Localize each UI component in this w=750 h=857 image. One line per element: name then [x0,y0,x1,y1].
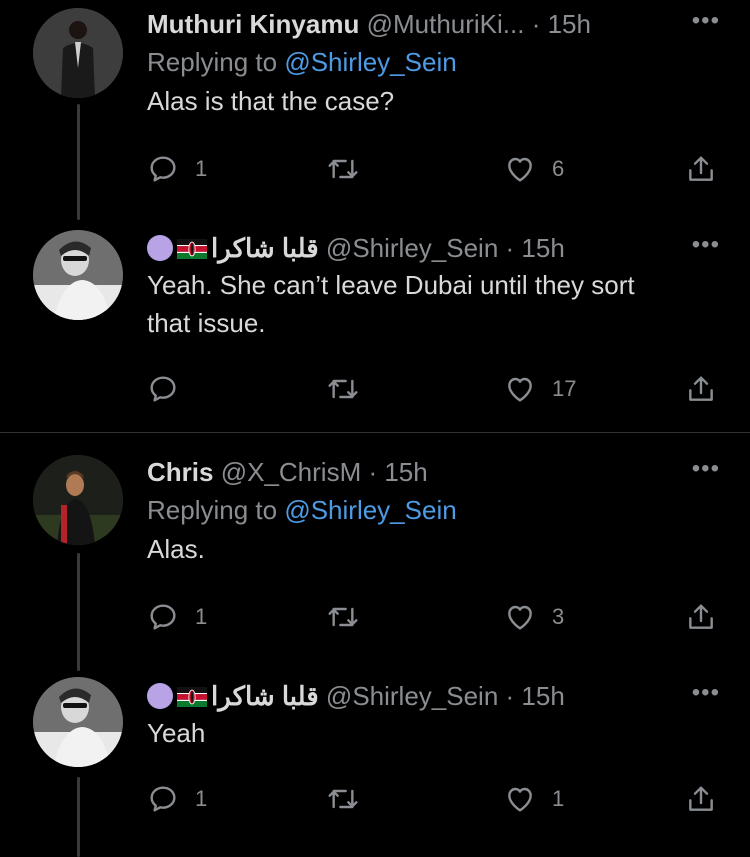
heart-icon [504,153,536,185]
retweet-button[interactable] [327,779,359,819]
like-button[interactable]: 1 [504,779,564,819]
share-icon [685,783,717,815]
tweet-text: Alas. [147,534,205,564]
like-count: 1 [552,786,565,811]
tweet-shirley-2[interactable]: قلبا شاكرا @Shirley_Sein · 15h ••• Yeah … [0,671,750,857]
timestamp[interactable]: · 15h [506,681,565,711]
share-button[interactable] [685,149,717,189]
reply-button[interactable]: 1 [147,779,207,819]
handle[interactable]: @Shirley_Sein [326,233,498,263]
kenya-flag-icon [177,687,207,707]
like-button[interactable]: 17 [504,369,576,409]
mention-link[interactable]: @Shirley_Sein [284,495,456,525]
avatar-image [33,455,123,545]
kenya-flag-icon [177,239,207,259]
handle[interactable]: @X_ChrisM [221,457,362,487]
timestamp[interactable]: · 15h [532,9,591,39]
retweet-button[interactable] [327,149,359,189]
more-icon[interactable]: ••• [692,678,720,708]
tweet-text-line: that issue. [147,308,266,338]
reply-count: 1 [195,156,208,181]
reply-button[interactable]: 1 [147,149,207,189]
handle[interactable]: @MuthuriKi... [367,9,525,39]
display-name[interactable]: Chris [147,457,213,487]
tweet-muthuri[interactable]: Muthuri Kinyamu @MuthuriKi... · 15h ••• … [0,0,750,222]
retweet-icon [327,153,359,185]
reply-icon [147,601,179,633]
reply-icon [147,783,179,815]
like-count: 17 [552,376,577,401]
reply-icon [147,373,179,405]
heart-icon [504,373,536,405]
reply-button[interactable] [147,369,179,409]
tweet-text: Yeah [147,718,206,748]
heart-icon [504,783,536,815]
like-count: 3 [552,604,565,629]
like-button[interactable]: 3 [504,597,564,637]
tweet-header: Chris @X_ChrisM · 15h [147,454,720,490]
thread-line [77,553,80,671]
replying-to: Replying to @Shirley_Sein [147,47,457,77]
share-icon [685,373,717,405]
tweet-shirley-1[interactable]: قلبا شاكرا @Shirley_Sein · 15h ••• Yeah.… [0,222,750,432]
retweet-icon [327,601,359,633]
avatar[interactable] [33,8,123,98]
reply-button[interactable]: 1 [147,597,207,637]
tweet-chris[interactable]: Chris @X_ChrisM · 15h ••• Replying to @S… [0,433,750,671]
more-icon[interactable]: ••• [692,6,720,36]
tweet-text: Yeah. She can’t leave Dubai until they s… [147,266,720,342]
avatar[interactable] [33,230,123,320]
like-button[interactable]: 6 [504,149,564,189]
avatar-image [33,677,123,767]
avatar[interactable] [33,677,123,767]
share-button[interactable] [685,597,717,637]
thread-line [77,104,80,220]
more-icon[interactable]: ••• [692,454,720,484]
purple-circle-emoji-icon [147,683,173,709]
avatar-image [33,230,123,320]
more-icon[interactable]: ••• [692,230,720,260]
reply-count: 1 [195,604,208,629]
tweet-text-line: Yeah. She can’t leave Dubai until they s… [147,270,635,300]
handle[interactable]: @Shirley_Sein [326,681,498,711]
mention-link[interactable]: @Shirley_Sein [284,47,456,77]
avatar-image [33,8,123,98]
purple-circle-emoji-icon [147,235,173,261]
reply-count: 1 [195,786,208,811]
retweet-icon [327,373,359,405]
share-icon [685,153,717,185]
retweet-button[interactable] [327,597,359,637]
retweet-icon [327,783,359,815]
reply-icon [147,153,179,185]
tweet-header: قلبا شاكرا @Shirley_Sein · 15h [147,678,720,714]
display-name[interactable]: Muthuri Kinyamu [147,9,359,39]
display-name[interactable]: قلبا شاكرا [211,233,319,263]
display-name[interactable]: قلبا شاكرا [211,681,319,711]
replying-to: Replying to @Shirley_Sein [147,495,457,525]
tweet-header: Muthuri Kinyamu @MuthuriKi... · 15h [147,6,720,42]
timestamp[interactable]: · 15h [506,233,565,263]
heart-icon [504,601,536,633]
share-button[interactable] [685,779,717,819]
thread-line [77,777,80,857]
timestamp[interactable]: · 15h [368,457,427,487]
share-icon [685,601,717,633]
tweet-text: Alas is that the case? [147,86,395,116]
avatar[interactable] [33,455,123,545]
retweet-button[interactable] [327,369,359,409]
tweet-header: قلبا شاكرا @Shirley_Sein · 15h [147,230,720,266]
share-button[interactable] [685,369,717,409]
like-count: 6 [552,156,565,181]
